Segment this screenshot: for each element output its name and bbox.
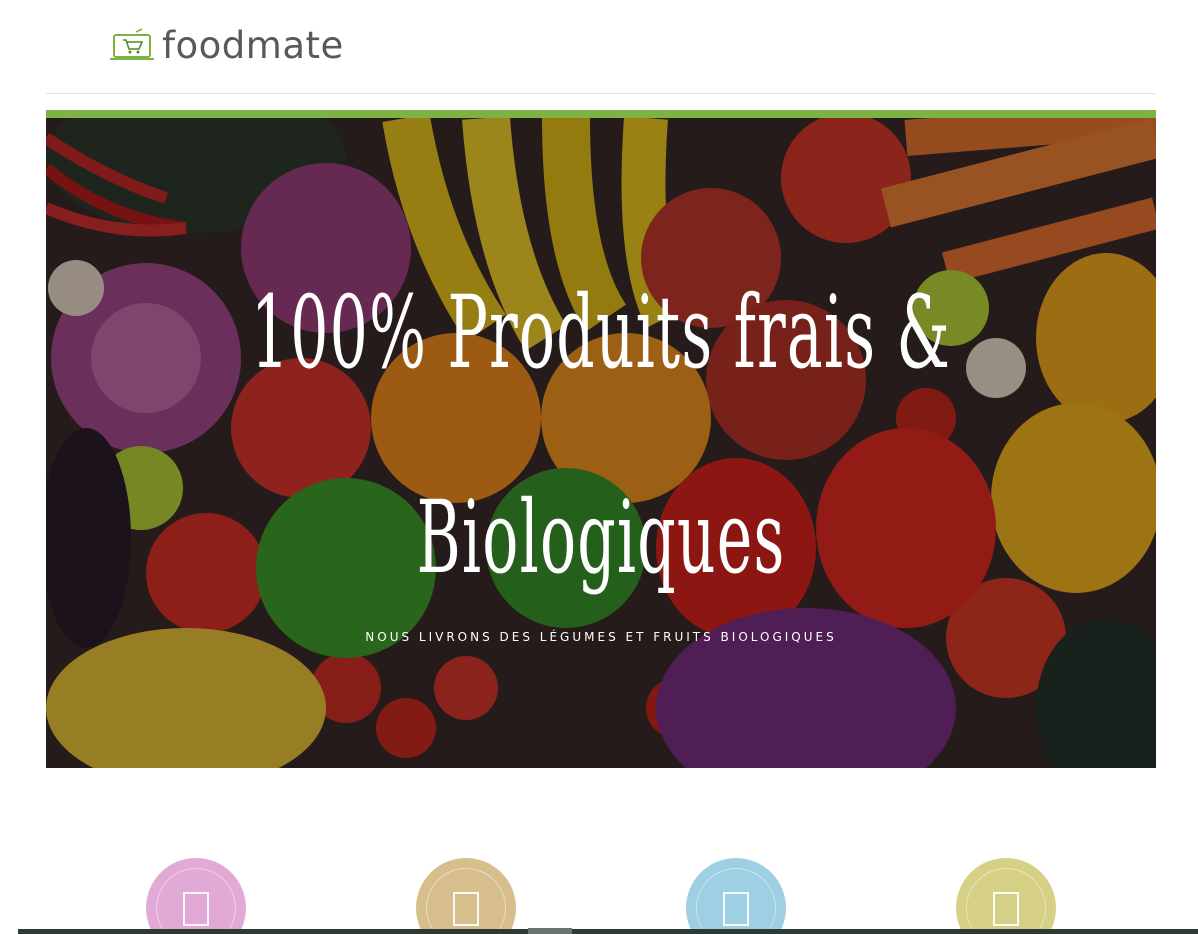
scrollbar-thumb[interactable]	[528, 928, 572, 934]
feature-badge-1[interactable]	[146, 858, 246, 934]
logo-text: foodmate	[162, 24, 344, 67]
feature-badge-2[interactable]	[416, 858, 516, 934]
laptop-cart-icon	[110, 28, 154, 60]
horizontal-scrollbar[interactable]	[18, 928, 1198, 934]
hero-banner: 100% Produits frais & Biologiques NOUS L…	[46, 110, 1156, 768]
features-row	[0, 858, 1198, 934]
placeholder-glyph-icon	[183, 892, 209, 926]
hero-title: 100% Produits frais & Biologiques	[251, 230, 950, 640]
hero-subtitle: NOUS LIVRONS DES LÉGUMES ET FRUITS BIOLO…	[365, 630, 837, 644]
feature-badge-4[interactable]	[956, 858, 1056, 934]
site-header: foodmate	[46, 0, 1156, 94]
hero-accent-bar	[46, 110, 1156, 118]
site-logo[interactable]: foodmate	[110, 26, 344, 66]
feature-badge-3[interactable]	[686, 858, 786, 934]
placeholder-glyph-icon	[993, 892, 1019, 926]
placeholder-glyph-icon	[723, 892, 749, 926]
hero-title-text: 100% Produits frais & Biologiques	[250, 274, 952, 596]
placeholder-glyph-icon	[453, 892, 479, 926]
